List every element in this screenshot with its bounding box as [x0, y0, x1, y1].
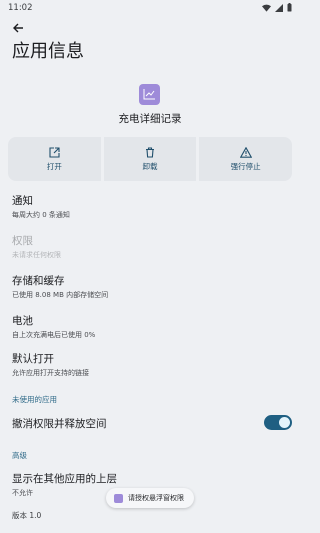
open-by-default-subtitle: 允许应用打开支持的链接 — [12, 369, 89, 377]
chart-icon — [143, 89, 155, 100]
revoke-permissions-toggle[interactable] — [264, 415, 292, 430]
back-button[interactable] — [8, 20, 28, 36]
storage-title: 存储和缓存 — [12, 275, 65, 287]
signal-icon — [275, 3, 283, 12]
storage-item[interactable]: 存储和缓存 已使用 8.08 MB 内部存储空间 — [12, 273, 108, 300]
app-small-icon — [114, 493, 123, 503]
force-stop-label: 强行停止 — [230, 161, 261, 171]
advanced-header: 高级 — [12, 451, 27, 460]
trash-icon — [146, 146, 154, 158]
toggle-knob — [279, 417, 290, 428]
status-bar: 11:02 — [0, 0, 300, 16]
status-time: 11:02 — [8, 3, 33, 13]
page-title: 应用信息 — [12, 41, 84, 62]
open-external-icon — [49, 146, 60, 158]
notifications-item[interactable]: 通知 每周大约 0 条通知 — [12, 193, 70, 220]
revoke-permissions-title: 撤消权限并释放空间 — [12, 418, 107, 430]
warning-icon — [239, 146, 252, 158]
permissions-subtitle: 未请求任何权限 — [12, 251, 61, 259]
battery-icon — [287, 3, 292, 12]
uninstall-button[interactable]: 卸载 — [103, 137, 197, 181]
permissions-title: 权限 — [12, 235, 33, 247]
open-label: 打开 — [46, 161, 62, 171]
battery-title: 电池 — [12, 315, 33, 327]
battery-item[interactable]: 电池 自上次充满电后已使用 0% — [12, 313, 95, 340]
toast: 请授权悬浮窗权限 — [106, 488, 194, 508]
unused-apps-header: 未使用的应用 — [12, 395, 57, 404]
app-icon — [139, 84, 160, 105]
open-by-default-item[interactable]: 默认打开 允许应用打开支持的链接 — [12, 351, 89, 378]
battery-subtitle: 自上次充满电后已使用 0% — [12, 331, 96, 339]
version-text: 版本 1.0 — [12, 511, 42, 520]
uninstall-label: 卸载 — [142, 161, 158, 171]
notifications-subtitle: 每周大约 0 条通知 — [12, 211, 70, 219]
open-button[interactable]: 打开 — [8, 137, 101, 181]
permissions-item[interactable]: 权限 未请求任何权限 — [12, 233, 61, 260]
app-name: 充电详细记录 — [118, 113, 182, 125]
wifi-icon — [262, 4, 271, 12]
revoke-permissions-item[interactable]: 撤消权限并释放空间 — [12, 416, 107, 431]
overlay-title: 显示在其他应用的上层 — [12, 473, 117, 485]
open-by-default-title: 默认打开 — [12, 353, 54, 365]
overlay-item[interactable]: 显示在其他应用的上层 不允许 — [12, 471, 117, 498]
action-buttons: 打开 卸载 强行停止 — [8, 137, 293, 181]
arrow-back-icon — [13, 23, 23, 33]
notifications-title: 通知 — [12, 195, 33, 207]
status-icons — [262, 3, 292, 12]
force-stop-button[interactable]: 强行停止 — [199, 137, 293, 181]
storage-subtitle: 已使用 8.08 MB 内部存储空间 — [12, 291, 109, 299]
toast-text: 请授权悬浮窗权限 — [128, 494, 184, 502]
overlay-subtitle: 不允许 — [12, 489, 33, 497]
